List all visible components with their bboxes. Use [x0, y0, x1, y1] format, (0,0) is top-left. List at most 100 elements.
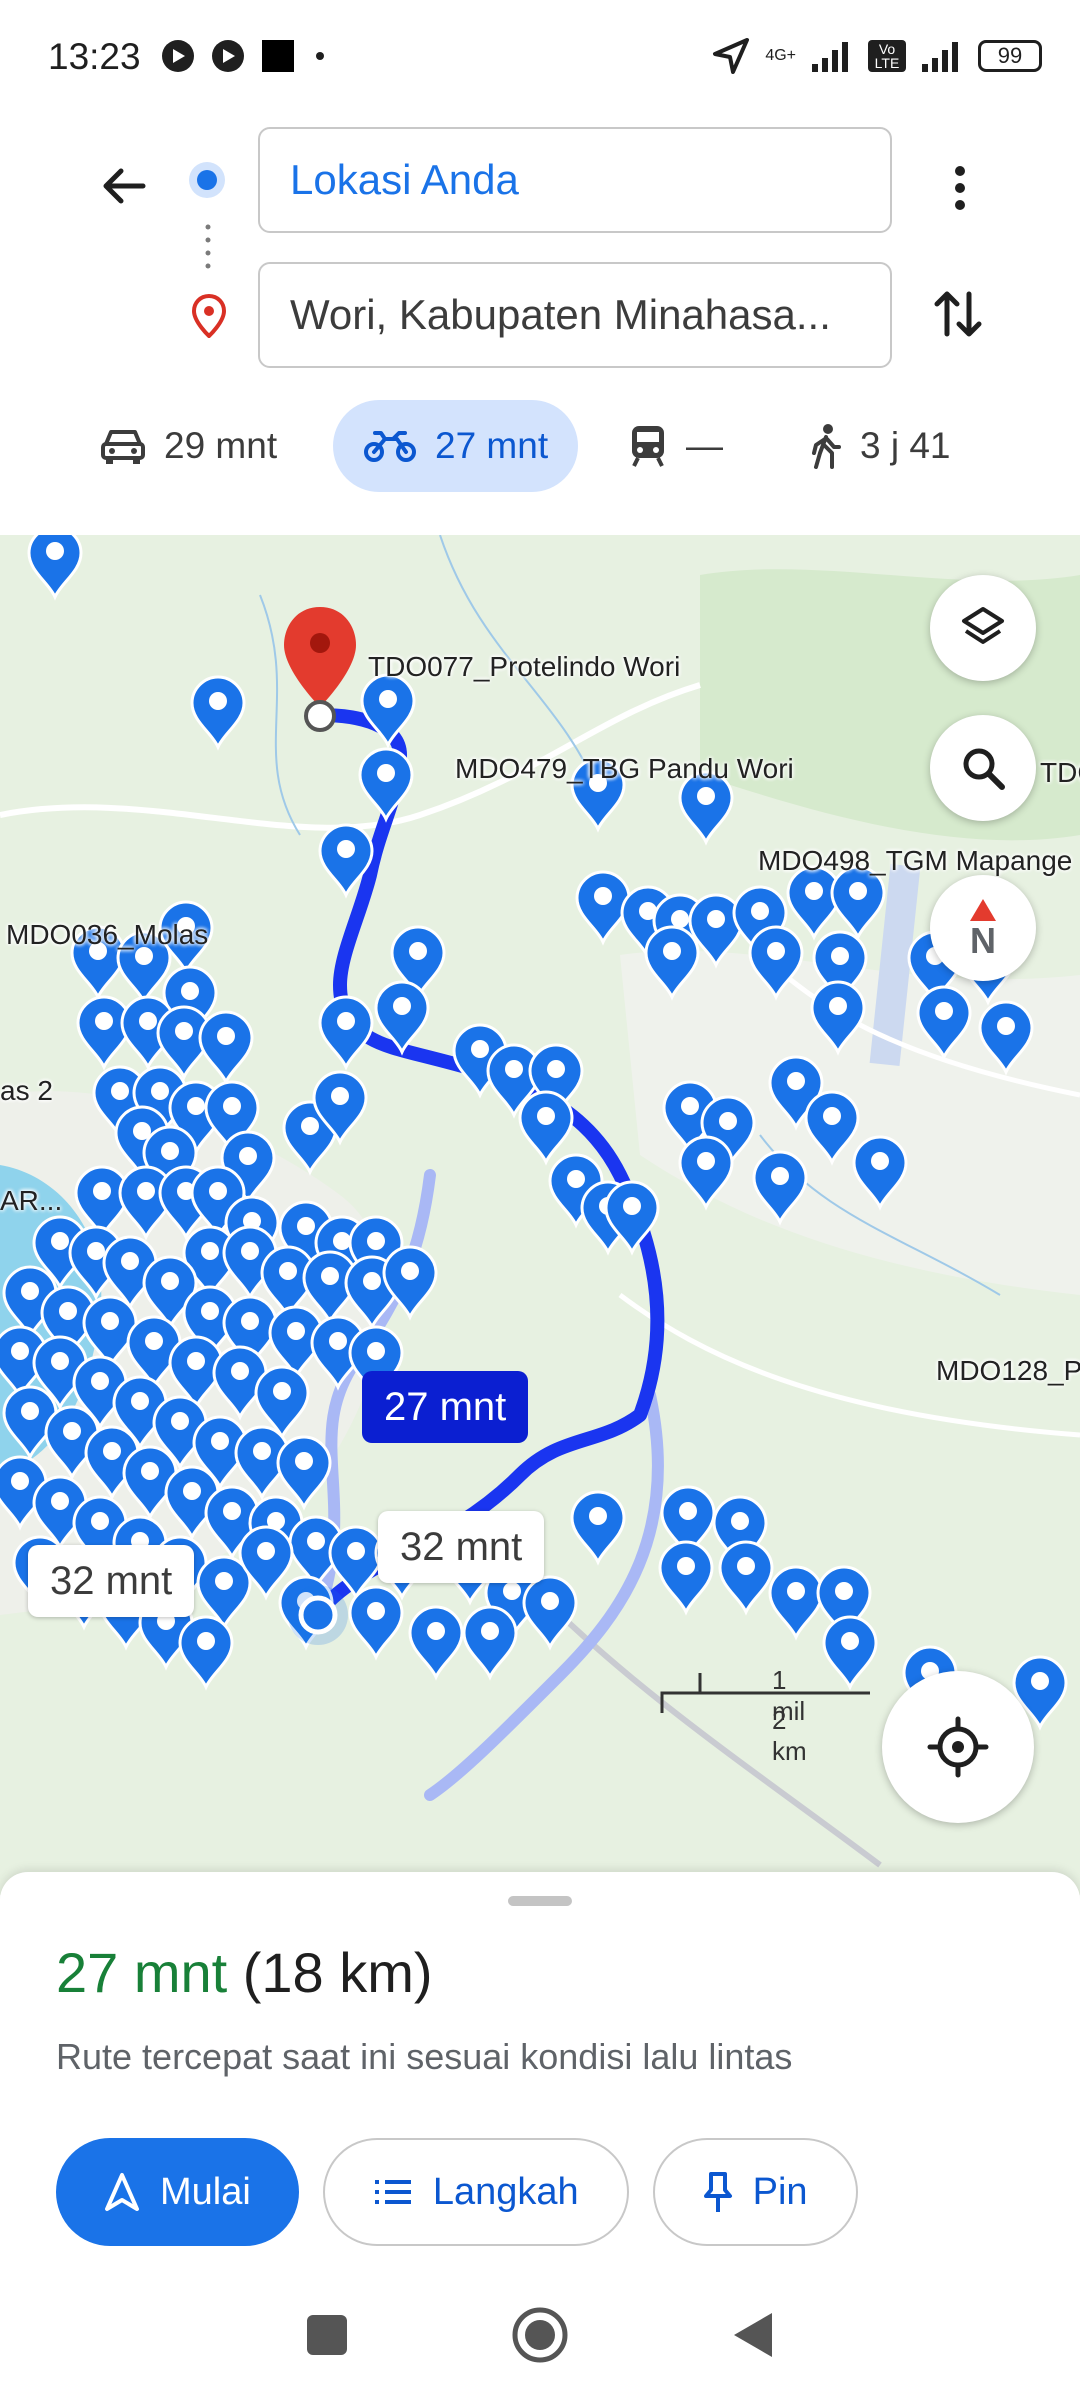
- steps-button[interactable]: Langkah: [322, 2138, 629, 2246]
- poi-pin-dot: [679, 1502, 697, 1520]
- home-button[interactable]: [510, 2305, 570, 2365]
- poi-pin-dot: [677, 1557, 695, 1575]
- poi-pin[interactable]: [27, 535, 83, 601]
- recents-button[interactable]: [304, 2312, 350, 2358]
- poi-pin-icon: [658, 1540, 714, 1616]
- poi-pin-icon: [768, 1565, 824, 1641]
- poi-pin[interactable]: [318, 995, 374, 1071]
- poi-pin-dot: [11, 1472, 29, 1490]
- poi-pin-dot: [594, 887, 612, 905]
- poi-pin-dot: [211, 1432, 229, 1450]
- current-location-dot[interactable]: [298, 1595, 338, 1635]
- route-time-bubble[interactable]: 27 mnt: [362, 1371, 529, 1443]
- poi-pin-dot: [471, 1040, 489, 1058]
- poi-pin-dot: [215, 1572, 233, 1590]
- destination-input[interactable]: Wori, Kabupaten Minahasa...: [258, 262, 892, 368]
- poi-pin[interactable]: [768, 1565, 824, 1641]
- poi-pin-dot: [137, 1182, 155, 1200]
- poi-pin-dot: [787, 1072, 805, 1090]
- route-actions: Mulai Langkah Pin: [56, 2138, 858, 2246]
- poi-pin-dot: [547, 1060, 565, 1078]
- poi-pin-dot: [151, 1082, 169, 1100]
- tab-car[interactable]: 29 mnt: [100, 400, 277, 492]
- battery-icon: 99: [978, 40, 1042, 72]
- poi-pin-dot: [46, 542, 64, 560]
- poi-pin-dot: [161, 1142, 179, 1160]
- car-icon: [101, 430, 145, 464]
- poi-pin-dot: [347, 1542, 365, 1560]
- swap-button[interactable]: [922, 278, 994, 350]
- poi-pin[interactable]: [358, 747, 414, 823]
- poi-pin-dot: [787, 1582, 805, 1600]
- poi-pin-dot: [849, 882, 867, 900]
- poi-pin-dot: [51, 1232, 69, 1250]
- map-label-destination[interactable]: TDO077_Protelindo Wori: [368, 651, 680, 683]
- poi-pin[interactable]: [462, 1605, 518, 1681]
- poi-pin-dot: [95, 1012, 113, 1030]
- dot-notification-icon: [316, 52, 324, 60]
- poi-pin[interactable]: [408, 1605, 464, 1681]
- poi-pin-dot: [183, 1482, 201, 1500]
- back-arrow-icon: [103, 168, 146, 204]
- poi-pin-dot: [171, 1412, 189, 1430]
- poi-pin-dot: [331, 1087, 349, 1105]
- poi-pin[interactable]: [198, 1010, 254, 1086]
- poi-pin[interactable]: [360, 673, 416, 749]
- poi-pin-icon: [522, 1575, 578, 1651]
- back-button[interactable]: [88, 150, 160, 222]
- poi-pin-icon: [318, 995, 374, 1071]
- poi-pin-dot: [671, 910, 689, 928]
- more-options-button[interactable]: [930, 148, 990, 228]
- poi-pin[interactable]: [178, 1615, 234, 1691]
- pin-button[interactable]: Pin: [652, 2138, 858, 2246]
- poi-pin-dot: [239, 1147, 257, 1165]
- poi-pin-icon: [830, 865, 886, 941]
- map-label-tdo-edge[interactable]: TDC: [1040, 757, 1080, 789]
- pin-icon: [703, 2172, 732, 2212]
- poi-pin-dot: [771, 1167, 789, 1185]
- tab-motorcycle[interactable]: 27 mnt: [333, 400, 579, 492]
- poi-pin-dot: [103, 1442, 121, 1460]
- start-button[interactable]: Mulai: [56, 2138, 299, 2246]
- destination-endpoint: [304, 700, 336, 732]
- map-label-as2[interactable]: as 2: [0, 1075, 53, 1107]
- map-label-ar[interactable]: AR...: [0, 1185, 62, 1217]
- tab-transit[interactable]: —: [628, 400, 723, 492]
- poi-pin[interactable]: [190, 675, 246, 751]
- map-label-pandu[interactable]: MDO479_TBG Pandu Wori: [455, 753, 794, 785]
- poi-pin[interactable]: [658, 1540, 714, 1616]
- poi-pin-dot: [223, 1097, 241, 1115]
- map-label-molas[interactable]: MDO036_Molas: [6, 919, 208, 951]
- destination-marker-dot: [310, 633, 330, 653]
- poi-pin-dot: [273, 1382, 291, 1400]
- map-label-tgm[interactable]: MDO498_TGM Mapange: [758, 845, 1072, 877]
- poi-pin-dot: [737, 1557, 755, 1575]
- poi-pin[interactable]: [522, 1575, 578, 1651]
- tab-walk[interactable]: 3 j 41: [808, 400, 951, 492]
- compass-button[interactable]: N: [930, 875, 1036, 981]
- poi-pin-dot: [997, 1017, 1015, 1035]
- layers-button[interactable]: [930, 575, 1036, 681]
- map-label-mdo128[interactable]: MDO128_P: [936, 1355, 1080, 1387]
- alt-route-time-bubble[interactable]: 32 mnt: [378, 1511, 545, 1583]
- poi-pin[interactable]: [348, 1585, 404, 1661]
- walk-icon: [812, 424, 841, 469]
- search-along-route-button[interactable]: [930, 715, 1036, 821]
- poi-pin[interactable]: [830, 865, 886, 941]
- tab-car-label: 29 mnt: [164, 425, 278, 466]
- tab-walk-label: 3 j 41: [860, 425, 951, 466]
- back-nav-button[interactable]: [730, 2309, 776, 2361]
- poi-pin[interactable]: [518, 1090, 574, 1166]
- sheet-drag-handle[interactable]: [508, 1896, 572, 1906]
- layers-icon: [962, 607, 1004, 644]
- alt-route-time-bubble-2[interactable]: 32 mnt: [28, 1545, 195, 1617]
- poi-pin[interactable]: [570, 1490, 626, 1566]
- poi-pin-icon: [462, 1605, 518, 1681]
- poi-pin[interactable]: [718, 1540, 774, 1616]
- poi-pin-dot: [831, 947, 849, 965]
- poi-pin-dot: [301, 1117, 319, 1135]
- poi-pin-dot: [87, 1242, 105, 1260]
- origin-input[interactable]: Lokasi Anda: [258, 127, 892, 233]
- map-view[interactable]: TDO077_Protelindo Wori MDO479_TBG Pandu …: [0, 535, 1080, 1895]
- my-location-button[interactable]: [882, 1671, 1034, 1823]
